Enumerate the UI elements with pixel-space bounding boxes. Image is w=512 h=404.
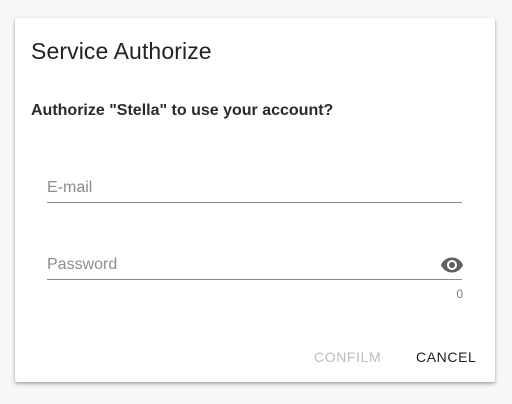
email-input[interactable] [47, 173, 462, 202]
password-field [47, 250, 464, 280]
email-underline [47, 202, 462, 203]
email-field [47, 173, 462, 203]
cancel-button[interactable]: CANCEL [416, 347, 476, 367]
dialog-title: Service Authorize [31, 38, 212, 64]
authorize-dialog: Service Authorize Authorize "Stella" to … [15, 18, 495, 382]
authorize-question: Authorize "Stella" to use your account? [31, 102, 334, 119]
password-underline [47, 279, 462, 280]
confirm-button[interactable]: CONFILM [314, 347, 381, 367]
password-input[interactable] [47, 250, 462, 279]
password-char-counter: 0 [456, 287, 463, 301]
eye-icon[interactable] [440, 253, 464, 277]
